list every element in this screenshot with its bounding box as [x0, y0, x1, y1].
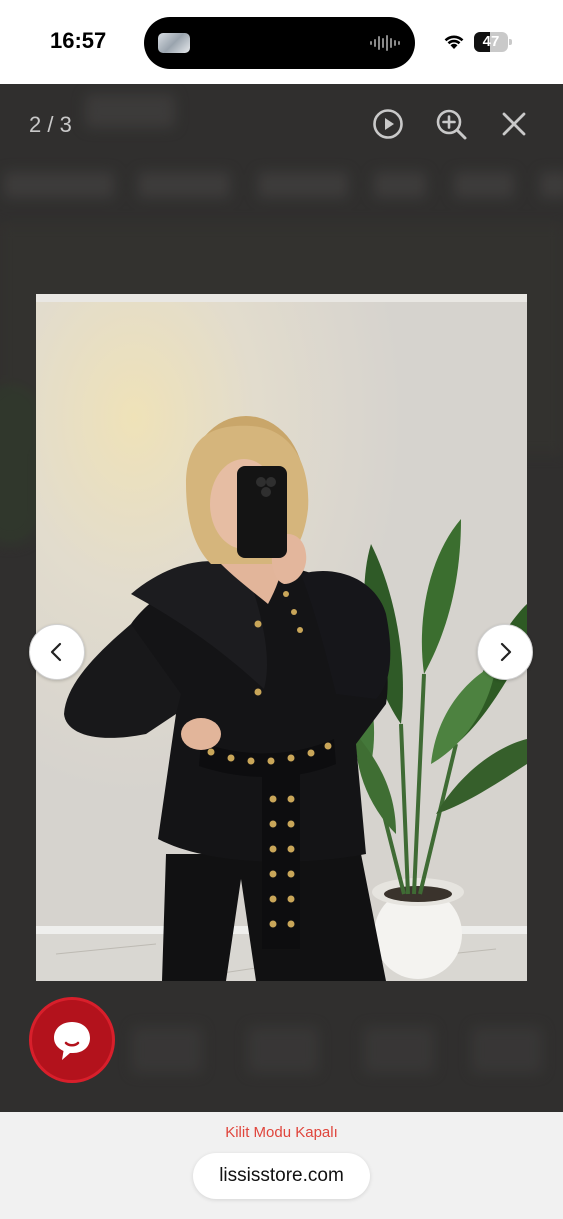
status-time: 16:57 — [50, 28, 107, 53]
lockdown-mode-label[interactable]: Kilit Modu Kapalı — [0, 1124, 563, 1141]
audio-waveform-icon — [370, 35, 400, 51]
image-counter: 2 / 3 — [29, 112, 72, 137]
next-image-button[interactable] — [477, 624, 533, 680]
previous-image-button[interactable] — [29, 624, 85, 680]
battery-indicator: 47 — [474, 32, 512, 52]
browser-bottom-bar: Kilit Modu Kapalı lississtore.com — [0, 1112, 563, 1219]
battery-level: 47 — [482, 33, 500, 50]
now-playing-thumbnail — [158, 33, 190, 53]
address-bar[interactable]: lississtore.com — [193, 1153, 370, 1199]
product-photo[interactable] — [36, 294, 527, 981]
chevron-right-icon — [500, 642, 512, 662]
zoom-in-icon[interactable] — [433, 106, 469, 142]
close-icon[interactable] — [496, 106, 532, 142]
play-icon[interactable] — [370, 106, 406, 142]
wifi-icon — [444, 35, 464, 49]
chevron-left-icon — [50, 642, 62, 662]
dynamic-island — [144, 17, 415, 69]
status-bar: 16:57 47 — [0, 0, 563, 84]
live-chat-button[interactable] — [29, 997, 115, 1083]
chat-bubble-icon — [54, 1022, 90, 1060]
